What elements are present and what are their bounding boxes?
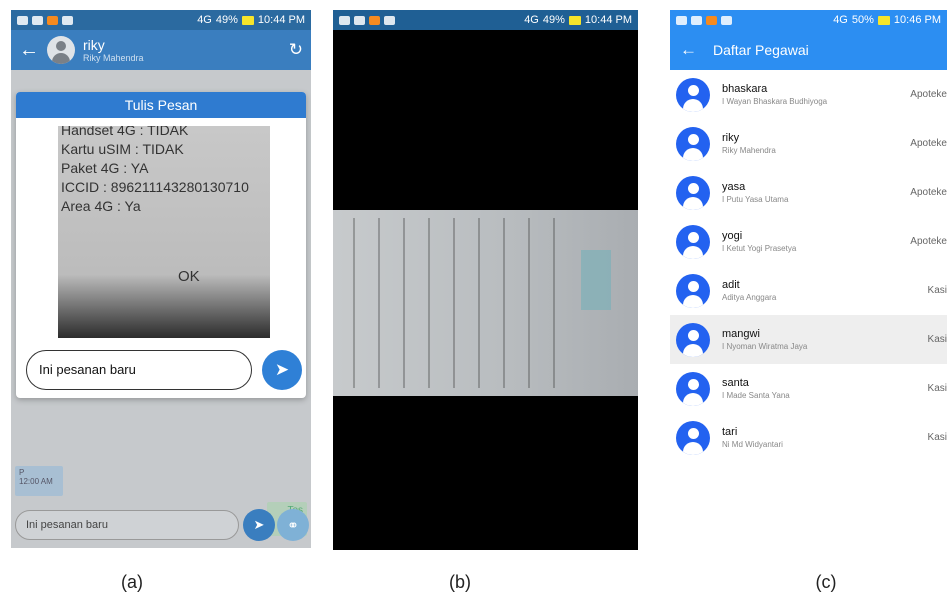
user-avatar-icon — [676, 77, 710, 112]
employee-role: Kasi — [927, 285, 947, 296]
attached-photo: Handset 4G : TIDAK Kartu uSIM : TIDAK Pa… — [58, 126, 270, 338]
list-item[interactable]: yogi I Ketut Yogi Prasetya Apoteke — [670, 217, 947, 266]
contact-full-name: Riky Mahendra — [83, 53, 144, 63]
employee-role: Apoteke — [910, 187, 947, 198]
mail-icon — [384, 15, 395, 25]
status-bar: 4G 49% 10:44 PM — [11, 10, 311, 30]
employee-full-name: Aditya Anggara — [722, 293, 777, 302]
message-text: P — [19, 468, 25, 477]
employee-role: Apoteke — [910, 138, 947, 149]
dialog-message-input[interactable]: Ini pesanan baru — [26, 350, 252, 390]
refresh-icon[interactable]: ↻ — [289, 40, 303, 60]
list-item[interactable]: adit Aditya Anggara Kasi — [670, 266, 947, 315]
user-avatar-icon — [676, 420, 710, 455]
photo-text-line: Handset 4G : TIDAK — [61, 126, 189, 138]
app-icon — [369, 15, 380, 25]
user-avatar-icon — [676, 224, 710, 259]
employee-username: adit — [722, 279, 740, 291]
battery-icon — [877, 15, 890, 25]
send-icon: ➤ — [274, 360, 290, 379]
message-icon — [676, 15, 687, 25]
message-time: 12:00 AM — [19, 477, 53, 486]
list-item[interactable]: santa I Made Santa Yana Kasi — [670, 364, 947, 413]
battery-percent: 49% — [542, 14, 565, 26]
compose-dialog: Tulis Pesan Handset 4G : TIDAK Kartu uSI… — [16, 92, 306, 398]
captured-document-photo — [333, 210, 638, 396]
page-title: Daftar Pegawai — [713, 42, 809, 58]
employee-list-screen: 4G 50% 10:46 PM ← Daftar Pegawai bhaskar… — [670, 10, 947, 550]
caption-b: (b) — [449, 572, 471, 592]
employee-full-name: Ni Md Widyantari — [722, 440, 783, 449]
employee-username: mangwi — [722, 328, 760, 340]
contact-header: riky Riky Mahendra — [83, 37, 289, 63]
status-time: 10:44 PM — [257, 14, 305, 26]
mail-icon — [721, 15, 732, 25]
signal-label: 4G — [833, 14, 848, 26]
list-item[interactable]: riky Riky Mahendra Apoteke — [670, 119, 947, 168]
caption-c: (c) — [815, 572, 837, 592]
chat-icon — [354, 15, 365, 25]
chat-app-bar: ← riky Riky Mahendra ↻ — [11, 30, 311, 70]
user-avatar-icon — [676, 273, 710, 308]
photo-text-line: Kartu uSIM : TIDAK — [61, 141, 184, 157]
employee-role: Kasi — [927, 432, 947, 443]
employee-role: Apoteke — [910, 89, 947, 100]
photo-ok-text: OK — [178, 268, 200, 285]
contact-name: riky — [83, 37, 105, 53]
chat-screen: 4G 49% 10:44 PM ← riky Riky Mahendra ↻ P… — [11, 10, 311, 548]
app-icon — [706, 15, 717, 25]
camera-preview-screen: 4G 49% 10:44 PM — [333, 10, 638, 550]
message-icon — [339, 15, 350, 25]
back-arrow-icon[interactable]: ← — [680, 40, 697, 60]
battery-percent: 50% — [851, 14, 874, 26]
avatar — [47, 36, 75, 64]
list-item[interactable]: mangwi I Nyoman Wiratma Jaya Kasi — [670, 315, 947, 364]
employee-username: tari — [722, 426, 738, 438]
paperclip-icon: ⚭ — [287, 516, 299, 533]
signal-label: 4G — [524, 14, 539, 26]
user-avatar-icon — [676, 175, 710, 210]
user-avatar-icon — [676, 322, 710, 357]
battery-icon — [568, 15, 581, 25]
message-composer-input[interactable]: Ini pesanan baru — [15, 510, 239, 540]
list-item[interactable]: yasa I Putu Yasa Utama Apoteke — [670, 168, 947, 217]
app-icon — [47, 15, 58, 25]
send-button[interactable]: ➤ — [243, 509, 275, 541]
dialog-send-button[interactable]: ➤ — [262, 350, 302, 390]
send-icon: ➤ — [253, 517, 265, 532]
status-bar: 4G 50% 10:46 PM — [670, 10, 947, 30]
employee-role: Kasi — [927, 383, 947, 394]
photo-text-line: Paket 4G : YA — [61, 160, 149, 176]
mail-icon — [62, 15, 73, 25]
caption-a: (a) — [121, 572, 143, 592]
chat-icon — [691, 15, 702, 25]
signal-label: 4G — [197, 14, 212, 26]
photo-text-line: ICCID : 896211143280130710 — [61, 179, 249, 195]
dialog-title: Tulis Pesan — [16, 92, 306, 118]
back-arrow-icon[interactable]: ← — [19, 39, 41, 62]
list-item[interactable]: tari Ni Md Widyantari Kasi — [670, 413, 947, 462]
employee-app-bar: ← Daftar Pegawai — [670, 30, 947, 70]
status-bar: 4G 49% 10:44 PM — [333, 10, 638, 30]
employee-username: santa — [722, 377, 749, 389]
status-time: 10:44 PM — [584, 14, 632, 26]
battery-percent: 49% — [215, 14, 238, 26]
employee-list: bhaskara I Wayan Bhaskara Budhiyoga Apote… — [670, 70, 947, 462]
employee-role: Kasi — [927, 334, 947, 345]
employee-full-name: I Nyoman Wiratma Jaya — [722, 342, 808, 351]
photo-text-line: Area 4G : Ya — [61, 198, 141, 214]
chat-icon — [32, 15, 43, 25]
list-item[interactable]: bhaskara I Wayan Bhaskara Budhiyoga Apote… — [670, 70, 947, 119]
employee-role: Apoteke — [910, 236, 947, 247]
attach-button[interactable]: ⚭ — [277, 509, 309, 541]
employee-full-name: I Made Santa Yana — [722, 391, 790, 400]
user-avatar-icon — [676, 371, 710, 406]
message-bubble-incoming: P 12:00 AM — [15, 466, 63, 496]
message-icon — [17, 15, 28, 25]
user-avatar-icon — [676, 126, 710, 161]
battery-icon — [241, 15, 254, 25]
status-time: 10:46 PM — [893, 14, 941, 26]
